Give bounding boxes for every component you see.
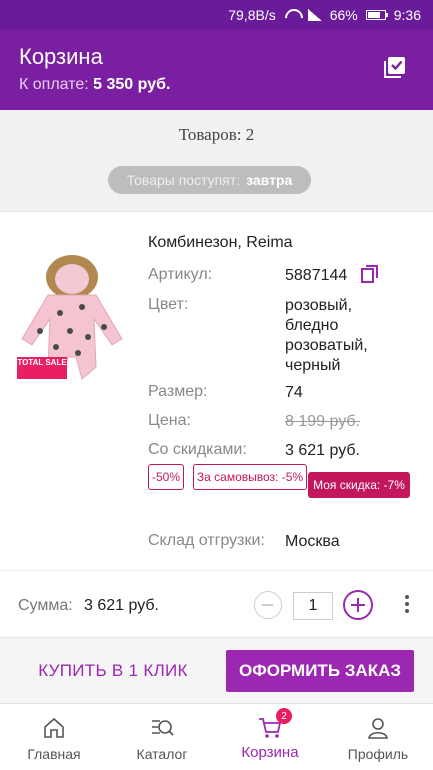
color-line: черный [285, 357, 341, 374]
nav-cart[interactable]: Корзина [216, 704, 324, 770]
article-label: Артикул: [148, 266, 213, 283]
home-icon [44, 717, 64, 738]
battery-icon [365, 10, 388, 20]
sum-label: Сумма: [18, 597, 73, 614]
checkout-button[interactable]: ОФОРМИТЬ ЗАКАЗ [226, 650, 414, 692]
clock: 9:36 [393, 7, 421, 23]
color-label: Цвет: [148, 296, 189, 313]
product-name[interactable]: Комбинезон, Reima [148, 234, 293, 252]
signal-icon [307, 9, 322, 21]
nav-cart-label: Корзина [241, 744, 299, 761]
select-all-checkbox-icon[interactable] [383, 55, 407, 79]
nav-home[interactable]: Главная [0, 704, 108, 770]
nav-profile[interactable]: Профиль [324, 704, 432, 770]
cart-count-badge: 2 [276, 708, 292, 724]
discount-tag: -50% [148, 464, 184, 490]
discounted-price: 3 621 руб. [285, 442, 360, 459]
copy-icon[interactable] [360, 264, 380, 284]
delivery-pill: Товары поступят: завтра [108, 166, 311, 194]
total-sale-badge: TOTAL SALE [17, 357, 67, 379]
total-to-pay: К оплате: 5 350 руб. [19, 76, 170, 94]
items-count: Товаров: 2 [178, 125, 255, 144]
action-bar: КУПИТЬ В 1 КЛИК ОФОРМИТЬ ЗАКАЗ [0, 637, 433, 703]
color-value: розовый, бледно розоватый, черный [285, 296, 368, 376]
color-line: розоватый, [285, 337, 368, 354]
delivery-value: завтра [246, 172, 293, 188]
pickup-discount-tag: За самовывоз: -5% [193, 464, 307, 490]
color-line: бледно [285, 317, 339, 334]
status-bar: 79,8B/s 66% 9:36 [0, 0, 433, 30]
more-options-icon[interactable] [402, 595, 412, 617]
buy-one-click-button[interactable]: КУПИТЬ В 1 КЛИК [18, 650, 208, 692]
wifi-icon [284, 9, 300, 21]
app-bar: Корзина К оплате: 5 350 руб. [0, 30, 433, 110]
sum-row: Сумма: 3 621 руб. 1 [0, 570, 433, 636]
article-value: 5887144 [285, 267, 348, 284]
profile-icon [368, 718, 388, 739]
color-line: розовый, [285, 297, 353, 314]
warehouse-label: Склад отгрузки: [148, 532, 265, 549]
pay-value: 5 350 руб. [93, 76, 171, 93]
nav-home-label: Главная [27, 746, 81, 762]
my-discount-tag: Моя скидка: -7% [308, 472, 410, 498]
delivery-label: Товары поступят: [126, 172, 241, 188]
size-value: 74 [285, 384, 303, 401]
discounted-label: Со скидками: [148, 441, 247, 458]
quantity-field[interactable]: 1 [293, 592, 333, 620]
sum-value: 3 621 руб. [84, 597, 159, 614]
nav-catalog-label: Каталог [136, 746, 188, 762]
catalog-search-icon [152, 720, 174, 736]
battery-percent: 66% [329, 7, 358, 23]
page-title: Корзина [19, 44, 103, 69]
bottom-navigation: Главная Каталог Корзина 2 Профиль [0, 703, 433, 770]
pay-label: К оплате: [19, 76, 89, 93]
decrease-quantity-button[interactable] [254, 591, 282, 619]
original-price: 8 199 руб. [285, 413, 360, 430]
price-label: Цена: [148, 412, 191, 429]
nav-profile-label: Профиль [347, 746, 409, 762]
warehouse-value: Москва [285, 533, 340, 550]
nav-catalog[interactable]: Каталог [108, 704, 216, 770]
size-label: Размер: [148, 383, 208, 400]
increase-quantity-button[interactable] [343, 590, 373, 620]
network-speed: 79,8B/s [228, 7, 276, 23]
